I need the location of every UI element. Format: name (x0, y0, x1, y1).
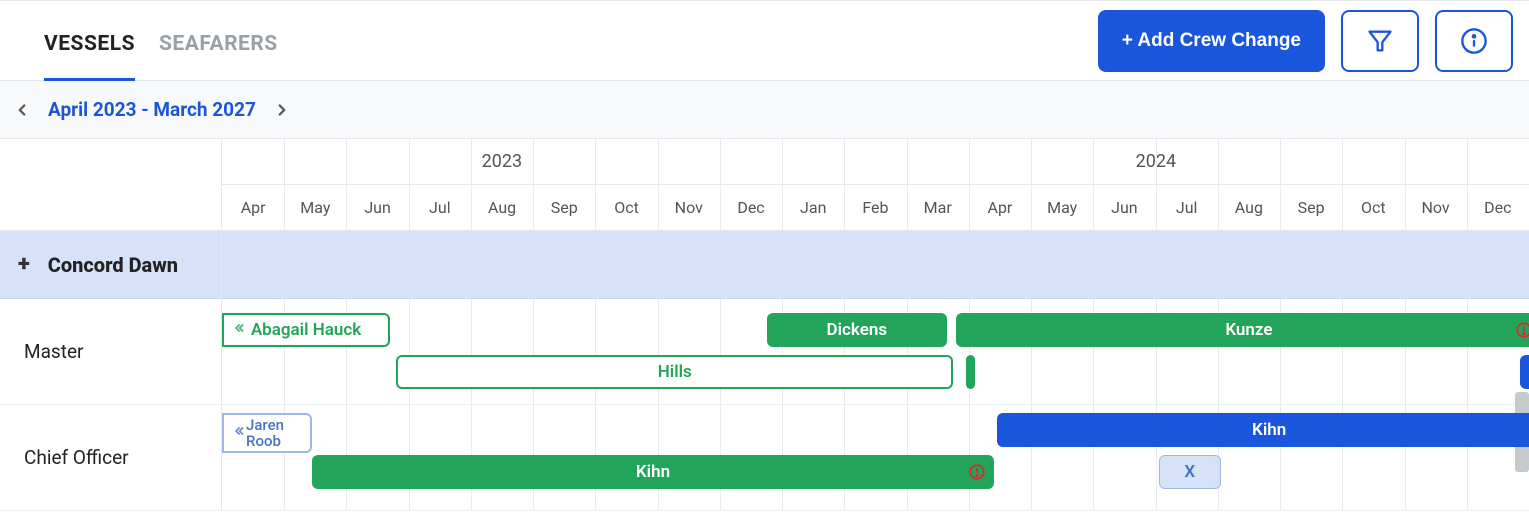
timeline: 2023 2024 AprMayJunJulAugSepOctNovDecJan… (222, 139, 1529, 511)
master-timeline-row: Abagail Hauck Dickens Kunze Hills (222, 299, 1529, 405)
bar-blue-right[interactable] (1520, 355, 1529, 389)
continues-left-icon (232, 423, 246, 443)
month-cell: Mar (907, 185, 969, 230)
tabs: VESSELS SEAFARERS (44, 1, 278, 80)
month-cell: Sep (533, 185, 595, 230)
bar-kihn-blue[interactable]: Kihn (997, 413, 1529, 447)
vessel-timeline-row (222, 231, 1529, 299)
month-cell: Apr (969, 185, 1031, 230)
alert-icon (968, 463, 986, 481)
bar-label: Abagail Hauck (251, 320, 361, 340)
vessel-row: + Concord Dawn (0, 231, 221, 299)
rank-row-chief-officer: Chief Officer (0, 405, 221, 511)
left-column: + Concord Dawn Master Chief Officer (0, 139, 222, 511)
month-cell: Jan (782, 185, 844, 230)
bar-label: Kihn (636, 462, 670, 482)
grid-area: + Concord Dawn Master Chief Officer 2023… (0, 139, 1529, 511)
chevron-left-icon (13, 101, 31, 119)
bar-hills[interactable]: Hills (396, 355, 953, 389)
vessel-name: Concord Dawn (48, 253, 178, 277)
year-cell-2023: 2023 (222, 139, 783, 184)
date-range-bar: April 2023 - March 2027 (0, 81, 1529, 139)
month-cell: Dec (1467, 185, 1529, 230)
continues-left-icon (232, 320, 246, 340)
bar-kihn-green[interactable]: Kihn (312, 455, 994, 489)
month-cell: Jun (346, 185, 408, 230)
bar-label: Kihn (1252, 420, 1286, 440)
month-cell: Jul (1156, 185, 1218, 230)
filter-icon (1366, 27, 1394, 55)
month-cell: Nov (658, 185, 720, 230)
bar-label: X (1184, 462, 1195, 482)
filter-button[interactable] (1341, 10, 1419, 72)
month-cell: Oct (595, 185, 657, 230)
bar-dickens[interactable]: Dickens (767, 313, 947, 347)
bar-label: Kunze (1225, 320, 1272, 340)
tab-seafarers[interactable]: SEAFARERS (159, 8, 278, 80)
month-cell: May (284, 185, 346, 230)
expand-vessel-button[interactable]: + (18, 252, 30, 277)
add-crew-change-button[interactable]: + Add Crew Change (1098, 10, 1325, 72)
month-cell: Feb (844, 185, 906, 230)
header-actions: + Add Crew Change (1098, 10, 1513, 72)
chevron-right-icon (273, 101, 291, 119)
prev-range-button[interactable] (8, 96, 36, 124)
month-cell: Apr (222, 185, 284, 230)
tab-vessels[interactable]: VESSELS (44, 8, 135, 80)
bar-label: Hills (658, 362, 692, 382)
next-range-button[interactable] (268, 96, 296, 124)
alert-icon (1515, 321, 1529, 339)
info-icon (1460, 27, 1488, 55)
month-cell: Dec (720, 185, 782, 230)
month-cell: Sep (1280, 185, 1342, 230)
month-cell: Aug (471, 185, 533, 230)
left-header-spacer (0, 139, 221, 231)
month-cell: Nov (1404, 185, 1466, 230)
chief-officer-timeline-row: Jaren Roob Kihn Kihn X (222, 405, 1529, 511)
month-cell: Jun (1093, 185, 1155, 230)
bar-abagail-hauck[interactable]: Abagail Hauck (222, 313, 390, 347)
month-cell: Oct (1342, 185, 1404, 230)
header-bar: VESSELS SEAFARERS + Add Crew Change (0, 0, 1529, 81)
bar-green-sliver[interactable] (966, 355, 975, 389)
month-cell: May (1031, 185, 1093, 230)
date-range-label[interactable]: April 2023 - March 2027 (48, 98, 256, 121)
month-cell: Aug (1218, 185, 1280, 230)
info-button[interactable] (1435, 10, 1513, 72)
years-row: 2023 2024 (222, 139, 1529, 185)
rank-row-master: Master (0, 299, 221, 405)
bar-jaren-roob[interactable]: Jaren Roob (222, 413, 312, 453)
month-cell: Jul (409, 185, 471, 230)
year-cell-2024: 2024 (783, 139, 1529, 184)
months-row: AprMayJunJulAugSepOctNovDecJanFebMarAprM… (222, 185, 1529, 231)
bar-kunze[interactable]: Kunze (956, 313, 1529, 347)
bar-x[interactable]: X (1159, 455, 1221, 489)
bar-label: Dickens (827, 320, 888, 340)
